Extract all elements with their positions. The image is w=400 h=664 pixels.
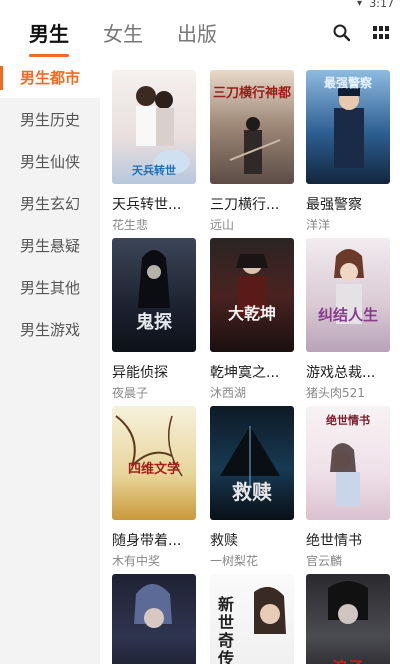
tab-publish[interactable]: 出版 xyxy=(177,18,217,47)
cover-title: 绝世情书 xyxy=(326,414,370,427)
active-tab-indicator xyxy=(29,54,69,57)
book-card[interactable]: 最强警察 最强警察 洋洋 xyxy=(306,70,394,232)
book-cover[interactable]: 新世奇传 xyxy=(210,574,294,664)
sidebar-item-fantasy[interactable]: 男生玄幻 xyxy=(0,184,100,224)
top-tab-bar: 男生 女生 出版 xyxy=(0,10,400,58)
book-cover[interactable]: 大乾坤 xyxy=(210,238,294,352)
book-cover[interactable]: 天兵转世 xyxy=(112,70,196,184)
book-cover[interactable]: 浪子 xyxy=(306,574,390,664)
cover-title: 大乾坤 xyxy=(227,304,276,323)
book-cover[interactable]: 四维文学 xyxy=(112,406,196,520)
cover-title: 鬼探 xyxy=(136,312,172,333)
book-card[interactable]: 大乾坤 乾坤寞之... 沐西湖 xyxy=(210,238,298,400)
tab-male[interactable]: 男生 xyxy=(29,18,69,47)
book-title: 三刀横行... xyxy=(210,197,280,213)
status-bar: ▾ 3:17 xyxy=(0,0,400,10)
sidebar-item-urban[interactable]: 男生都市 xyxy=(0,58,100,98)
book-title: 绝世情书 xyxy=(306,533,362,549)
book-cover[interactable]: 纠结人生 xyxy=(306,238,390,352)
book-card[interactable]: 新世奇传 xyxy=(210,574,298,664)
book-author: 远山 xyxy=(210,218,235,232)
sidebar-item-game[interactable]: 男生游戏 xyxy=(0,310,100,350)
cover-title: 四维文学 xyxy=(127,462,180,477)
sidebar-item-other[interactable]: 男生其他 xyxy=(0,268,100,308)
book-card[interactable] xyxy=(112,574,200,664)
cover-title: 纠结人生 xyxy=(317,306,378,324)
search-icon[interactable] xyxy=(331,22,353,44)
book-title: 天兵转世... xyxy=(112,197,182,213)
book-author: 木有中奖 xyxy=(112,554,161,568)
book-cover[interactable]: 最强警察 xyxy=(306,70,390,184)
book-author: 夜晨子 xyxy=(112,386,149,400)
book-card[interactable]: 四维文学 随身带着... 木有中奖 xyxy=(112,406,200,568)
book-author: 一树梨花 xyxy=(210,554,259,568)
book-cover[interactable]: 绝世情书 xyxy=(306,406,390,520)
book-title: 救赎 xyxy=(210,533,238,549)
signal-icon: ▾ xyxy=(356,0,362,9)
sidebar-item-history[interactable]: 男生历史 xyxy=(0,100,100,140)
book-card[interactable]: 救赎 救赎 一树梨花 xyxy=(210,406,298,568)
book-title: 随身带着... xyxy=(112,533,182,549)
book-cover[interactable] xyxy=(112,574,196,664)
grid-icon[interactable] xyxy=(370,22,392,44)
cover-title: 浪子 xyxy=(306,654,390,664)
book-card[interactable]: 绝世情书 绝世情书 官云麟 xyxy=(306,406,394,568)
category-sidebar: 男生都市 男生历史 男生仙侠 男生玄幻 男生悬疑 男生其他 男生游戏 xyxy=(0,58,100,664)
book-author: 洋洋 xyxy=(306,218,331,232)
book-author: 官云麟 xyxy=(306,554,343,568)
status-time: 3:17 xyxy=(369,0,394,10)
book-title: 最强警察 xyxy=(306,197,362,213)
cover-title: 新世奇传 xyxy=(217,595,234,664)
cover-title: 三刀横行神都 xyxy=(212,86,291,101)
book-author: 花生悲 xyxy=(112,218,149,232)
tab-female[interactable]: 女生 xyxy=(103,18,143,47)
book-card[interactable]: 天兵转世 天兵转世... 花生悲 xyxy=(112,70,200,232)
book-author: 猪头肉521 xyxy=(306,386,365,400)
book-title: 异能侦探 xyxy=(112,365,168,381)
book-cover[interactable]: 三刀横行神都 xyxy=(210,70,294,184)
book-cover[interactable]: 鬼探 xyxy=(112,238,196,352)
cover-title: 天兵转世 xyxy=(132,164,176,177)
book-card[interactable]: 浪子 xyxy=(306,574,394,664)
book-author: 沐西湖 xyxy=(210,386,247,400)
book-title: 乾坤寞之... xyxy=(210,365,280,381)
cover-title: 最强警察 xyxy=(323,76,372,90)
book-card[interactable]: 鬼探 异能侦探 夜晨子 xyxy=(112,238,200,400)
book-cover[interactable]: 救赎 xyxy=(210,406,294,520)
book-card[interactable]: 三刀横行神都 三刀横行... 远山 xyxy=(210,70,298,232)
book-title: 游戏总裁... xyxy=(306,365,376,381)
sidebar-item-suspense[interactable]: 男生悬疑 xyxy=(0,226,100,266)
sidebar-item-xianxia[interactable]: 男生仙侠 xyxy=(0,142,100,182)
book-card[interactable]: 纠结人生 游戏总裁... 猪头肉521 xyxy=(306,238,394,400)
book-grid: 天兵转世 天兵转世... 花生悲 三刀横行神都 三刀横行... 远山 最强警察 … xyxy=(100,58,400,664)
cover-title: 救赎 xyxy=(232,480,272,504)
